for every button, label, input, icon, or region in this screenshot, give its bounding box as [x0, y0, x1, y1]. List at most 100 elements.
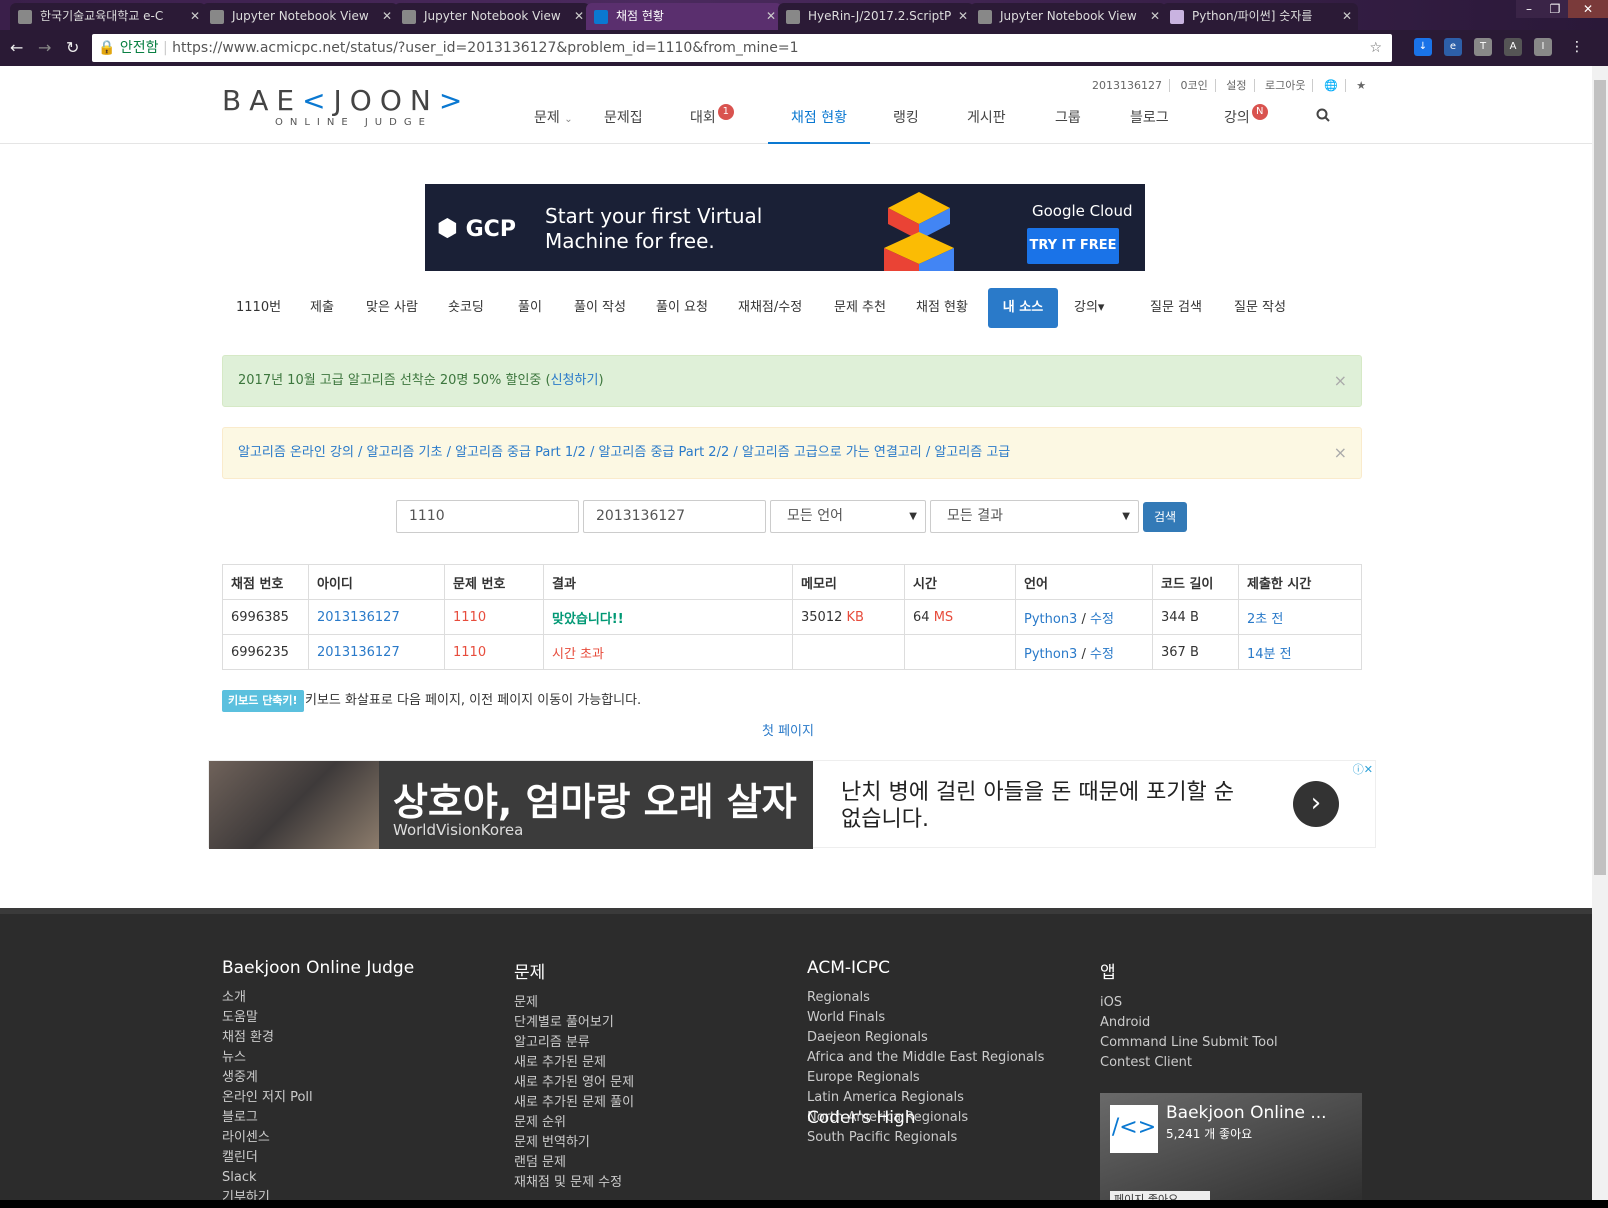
reload-icon[interactable]: ↻: [66, 38, 79, 57]
maximize-button[interactable]: ❐: [1542, 0, 1568, 18]
nav-blog[interactable]: 블로그: [1130, 106, 1169, 144]
address-bar[interactable]: 🔒 안전함 | https://www.acmicpc.net/status/?…: [92, 34, 1392, 62]
footer-link[interactable]: 온라인 저지 Poll: [222, 1088, 414, 1108]
browser-tab[interactable]: 한국기술교육대학교 e-C ✕: [10, 3, 206, 30]
edit-link[interactable]: 수정: [1090, 647, 1114, 662]
footer-link[interactable]: 도움말: [222, 1008, 414, 1028]
scrollbar-thumb[interactable]: [1594, 80, 1606, 875]
pdf-extension-icon[interactable]: A: [1504, 38, 1522, 56]
nav-board[interactable]: 게시판: [967, 106, 1006, 144]
footer-link[interactable]: Latin America Regionals: [807, 1088, 1044, 1108]
subnav-problem[interactable]: 1110번: [222, 288, 295, 328]
subnav-submit[interactable]: 제출: [296, 288, 348, 328]
footer-link[interactable]: Slack: [222, 1168, 414, 1188]
footer-link[interactable]: World Finals: [807, 1008, 1044, 1028]
close-tab-icon[interactable]: ✕: [190, 3, 200, 30]
user-id-link[interactable]: 2013136127: [1085, 79, 1170, 92]
submitted-time[interactable]: 2초 전: [1238, 599, 1362, 635]
star-icon[interactable]: ★: [1349, 79, 1373, 92]
subnav-request-solution[interactable]: 풀이 요청: [642, 288, 722, 328]
problem-link[interactable]: 1110: [444, 634, 544, 670]
worldvision-advertisement[interactable]: 상호야, 엄마랑 오래 살자 WorldVisionKorea 난치 병에 걸린…: [208, 760, 1376, 849]
forward-icon[interactable]: →: [38, 38, 51, 57]
nav-groups[interactable]: 그룹: [1055, 106, 1081, 144]
browser-tab[interactable]: HyeRin-J/2017.2.ScriptP ✕: [778, 3, 974, 30]
footer-link[interactable]: 알고리즘 분류: [514, 1033, 634, 1053]
footer-link[interactable]: 새로 추가된 영어 문제: [514, 1073, 634, 1093]
close-tab-icon[interactable]: ✕: [1150, 3, 1160, 30]
search-icon[interactable]: [1316, 106, 1330, 144]
download-extension-icon[interactable]: ↓: [1414, 38, 1432, 56]
language-select[interactable]: 모든 언어 ▼: [770, 500, 926, 533]
subnav-search-questions[interactable]: 질문 검색: [1136, 288, 1216, 328]
subnav-solvers[interactable]: 맞은 사람: [352, 288, 432, 328]
footer-link[interactable]: 문제 번역하기: [514, 1133, 634, 1153]
subnav-solutions[interactable]: 풀이: [504, 288, 556, 328]
subnav-rejudge[interactable]: 재채점/수정: [724, 288, 816, 328]
footer-link[interactable]: Regionals: [807, 988, 1044, 1008]
footer-link[interactable]: 단계별로 풀어보기: [514, 1013, 634, 1033]
adchoices-icon[interactable]: ⓘ✕: [1350, 761, 1375, 777]
extension-icon[interactable]: e: [1444, 38, 1462, 56]
subnav-status[interactable]: 채점 현황: [902, 288, 982, 328]
subnav-lectures[interactable]: 강의▾: [1060, 288, 1118, 328]
footer-link[interactable]: South Pacific Regionals: [807, 1128, 1044, 1148]
footer-link[interactable]: 새로 추가된 문제: [514, 1053, 634, 1073]
subnav-my-source[interactable]: 내 소스: [988, 288, 1058, 328]
promo-apply-link[interactable]: 신청하기: [551, 373, 599, 388]
problem-link[interactable]: 1110: [444, 599, 544, 635]
coin-link[interactable]: 0코인: [1173, 79, 1216, 92]
footer-link[interactable]: 채점 환경: [222, 1028, 414, 1048]
user-id-input[interactable]: 2013136127: [583, 500, 766, 533]
subnav-ask-question[interactable]: 질문 작성: [1220, 288, 1300, 328]
browser-tab-active[interactable]: 채점 현황 ✕: [586, 3, 782, 30]
footer-link[interactable]: 생중계: [222, 1068, 414, 1088]
footer-link[interactable]: 문제 순위: [514, 1113, 634, 1133]
chevron-right-icon[interactable]: ›: [1293, 781, 1339, 827]
extension-icon[interactable]: T: [1474, 38, 1492, 56]
extension-icon[interactable]: I: [1534, 38, 1552, 56]
fb-page-name[interactable]: Baekjoon Online ...: [1166, 1103, 1327, 1123]
footer-link[interactable]: 블로그: [222, 1108, 414, 1128]
footer-link[interactable]: 캘린더: [222, 1148, 414, 1168]
source-link[interactable]: Python3: [1024, 612, 1077, 627]
close-icon[interactable]: ×: [1334, 356, 1347, 406]
browser-tab[interactable]: Python/파이썬] 숫자를 ✕: [1162, 3, 1358, 30]
footer-link[interactable]: 재채점 및 문제 수정: [514, 1173, 634, 1193]
close-tab-icon[interactable]: ✕: [574, 3, 584, 30]
footer-link[interactable]: Contest Client: [1100, 1053, 1278, 1073]
result-select[interactable]: 모든 결과 ▼: [930, 500, 1139, 533]
footer-link[interactable]: 새로 추가된 문제 풀이: [514, 1093, 634, 1113]
footer-link[interactable]: 문제: [514, 993, 634, 1013]
settings-link[interactable]: 설정: [1219, 79, 1255, 92]
source-link[interactable]: Python3: [1024, 647, 1077, 662]
footer-link[interactable]: Africa and the Middle East Regionals: [807, 1048, 1044, 1068]
back-icon[interactable]: ←: [10, 38, 23, 57]
gcp-advertisement[interactable]: ⬢ GCP Start your first Virtual Machine f…: [425, 184, 1145, 271]
subnav-write-solution[interactable]: 풀이 작성: [560, 288, 640, 328]
close-tab-icon[interactable]: ✕: [958, 3, 968, 30]
site-logo[interactable]: BAE<JOON>: [222, 84, 470, 117]
try-it-free-button[interactable]: TRY IT FREE: [1027, 228, 1119, 264]
subnav-recommend[interactable]: 문제 추천: [820, 288, 900, 328]
bookmark-star-icon[interactable]: ☆: [1369, 34, 1382, 62]
first-page-link[interactable]: 첫 페이지: [762, 720, 814, 739]
nav-ranking[interactable]: 랭킹: [893, 106, 919, 144]
globe-icon[interactable]: 🌐: [1316, 79, 1346, 92]
footer-link[interactable]: 라이센스: [222, 1128, 414, 1148]
subnav-short-coding[interactable]: 숏코딩: [434, 288, 498, 328]
facebook-page-widget[interactable]: /<> Baekjoon Online ... 5,241 개 좋아요 페이지 …: [1100, 1093, 1362, 1208]
close-window-button[interactable]: ✕: [1568, 0, 1608, 18]
search-button[interactable]: 검색: [1143, 502, 1187, 532]
footer-link[interactable]: Daejeon Regionals: [807, 1028, 1044, 1048]
browser-tab[interactable]: Jupyter Notebook View ✕: [394, 3, 590, 30]
menu-icon[interactable]: ⋮: [1568, 38, 1586, 56]
user-link[interactable]: 2013136127: [308, 634, 445, 670]
submitted-time[interactable]: 14분 전: [1238, 634, 1362, 670]
footer-link[interactable]: 소개: [222, 988, 414, 1008]
nav-problems[interactable]: 문제 ⌄: [534, 106, 573, 144]
footer-link[interactable]: Command Line Submit Tool: [1100, 1033, 1278, 1053]
footer-link[interactable]: Europe Regionals: [807, 1068, 1044, 1088]
minimize-button[interactable]: –: [1516, 0, 1542, 18]
nav-lectures[interactable]: 강의 N: [1224, 104, 1268, 144]
